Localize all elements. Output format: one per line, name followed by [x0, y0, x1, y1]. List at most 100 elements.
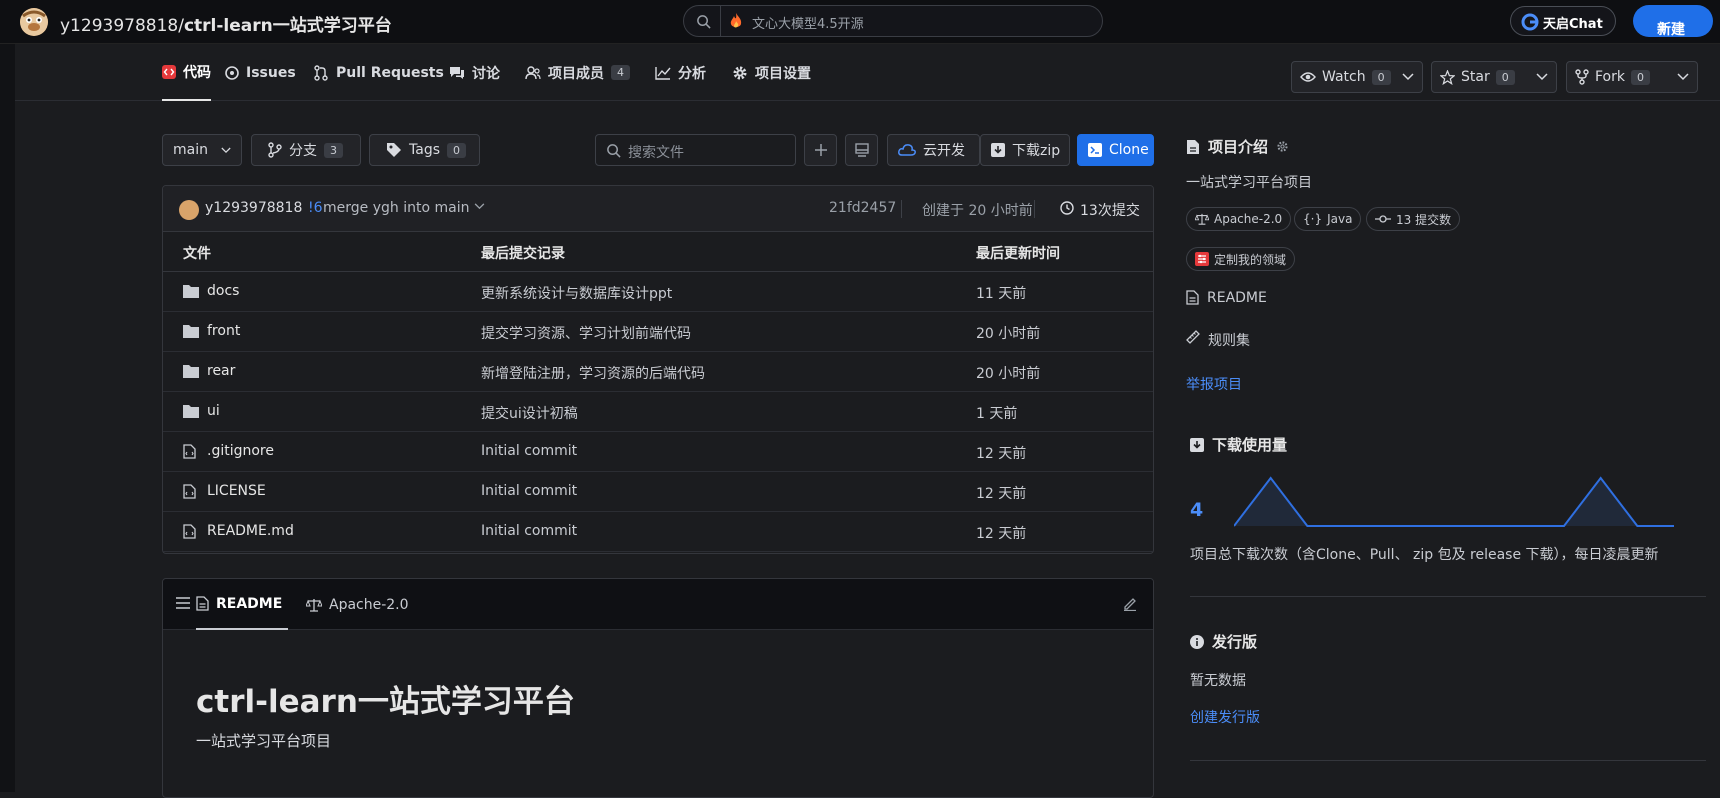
downloads-note: 项目总下载次数（含Clone、Pull、 zip 包及 release 下载），… — [1190, 547, 1659, 563]
cloud-dev-button[interactable]: 云开发 — [887, 134, 980, 166]
add-file-button[interactable] — [804, 134, 837, 166]
chevron-down-icon[interactable] — [474, 203, 485, 210]
commit-hash[interactable]: 21fd2457 — [829, 200, 896, 216]
owner-avatar[interactable] — [20, 8, 48, 36]
commit-author[interactable]: y1293978818 — [205, 200, 302, 216]
tab-readme[interactable]: README — [196, 579, 289, 630]
file-updated-time: 20 小时前 — [976, 326, 1041, 342]
file-commit-message[interactable]: Initial commit — [481, 523, 577, 539]
rules-link-label: 规则集 — [1208, 333, 1250, 349]
tab-license-label: Apache-2.0 — [329, 596, 409, 613]
code-icon — [162, 64, 176, 79]
repo-owner[interactable]: y1293978818/ — [60, 16, 184, 36]
commit-count[interactable]: 13次提交 — [1080, 200, 1140, 220]
tab-code[interactable]: 代码 — [162, 44, 211, 101]
tags-button[interactable]: Tags 0 — [369, 134, 480, 166]
create-release-link[interactable]: 创建发行版 — [1190, 707, 1260, 727]
table-row[interactable]: ui 提交ui设计初稿 1 天前 — [163, 392, 1153, 432]
file-commit-message[interactable]: Initial commit — [481, 443, 577, 459]
tab-discussion[interactable]: 讨论 — [449, 44, 500, 101]
braces-icon: {·} — [1303, 212, 1323, 226]
readme-body: 一站式学习平台项目 — [196, 732, 332, 750]
tab-analytics[interactable]: 分析 — [655, 44, 706, 101]
file-name[interactable]: docs — [207, 283, 239, 299]
file-name[interactable]: rear — [207, 363, 235, 379]
file-name[interactable]: README.md — [207, 523, 294, 539]
tab-issues[interactable]: Issues — [225, 44, 296, 101]
download-icon — [1190, 437, 1204, 452]
folder-icon — [183, 324, 199, 338]
downloads-title: 下载使用量 — [1190, 434, 1287, 455]
menu-icon[interactable] — [175, 596, 191, 610]
table-row[interactable]: .gitignore Initial commit 12 天前 — [163, 432, 1153, 472]
rules-link[interactable]: 规则集 — [1186, 330, 1250, 350]
file-name[interactable]: front — [207, 323, 240, 339]
tab-discussion-label: 讨论 — [472, 65, 500, 82]
watch-button[interactable]: Watch 0 — [1291, 61, 1423, 93]
tab-pull-requests[interactable]: Pull Requests — [313, 44, 444, 101]
clone-button[interactable]: Clone — [1077, 134, 1154, 166]
chevron-down-icon — [1402, 73, 1414, 81]
table-row[interactable]: rear 新增登陆注册，学习资源的后端代码 20 小时前 — [163, 352, 1153, 392]
table-row[interactable]: front 提交学习资源、学习计划前端代码 20 小时前 — [163, 312, 1153, 352]
readme-link[interactable]: README — [1186, 290, 1267, 306]
file-icon — [183, 444, 196, 459]
commits-chip-label: 13 提交数 — [1396, 212, 1452, 227]
tianqi-chat-button[interactable]: 天启Chat — [1510, 6, 1616, 36]
new-button[interactable]: + 新建 — [1633, 5, 1713, 38]
header-last-commit: 最后提交记录 — [481, 246, 565, 262]
file-name[interactable]: LICENSE — [207, 483, 266, 499]
table-row[interactable]: README.md Initial commit 12 天前 — [163, 512, 1153, 552]
file-commit-message[interactable]: 提交ui设计初稿 — [481, 403, 578, 423]
commit-message[interactable]: merge ygh into main — [323, 200, 469, 216]
file-icon — [183, 524, 196, 539]
file-name[interactable]: .gitignore — [207, 443, 274, 459]
commits-chip[interactable]: 13 提交数 — [1366, 207, 1461, 231]
repo-name[interactable]: ctrl-learn一站式学习平台 — [184, 16, 392, 36]
file-search-placeholder: 搜索文件 — [628, 145, 684, 161]
file-commit-message[interactable]: Initial commit — [481, 483, 577, 499]
tab-members-label: 项目成员 — [548, 65, 604, 82]
global-search[interactable]: 文心大模型4.5开源 — [683, 5, 1103, 37]
tab-license[interactable]: Apache-2.0 — [306, 579, 409, 630]
ruler-icon — [1186, 330, 1200, 350]
table-row[interactable]: LICENSE Initial commit 12 天前 — [163, 472, 1153, 512]
watch-label: Watch — [1322, 69, 1366, 85]
file-updated-time: 11 天前 — [976, 286, 1027, 302]
file-updated-time: 12 天前 — [976, 486, 1027, 502]
license-chip[interactable]: Apache-2.0 — [1186, 207, 1292, 231]
tab-members[interactable]: 项目成员 4 — [525, 44, 630, 101]
file-browser: y1293978818 !6 merge ygh into main 21fd2… — [162, 185, 1154, 554]
scale-icon — [1195, 213, 1209, 225]
repo-title[interactable]: y1293978818/ctrl-learn一站式学习平台 — [60, 11, 392, 36]
file-commit-message[interactable]: 提交学习资源、学习计划前端代码 — [481, 323, 691, 343]
table-row[interactable]: docs 更新系统设计与数据库设计ppt 11 天前 — [163, 272, 1153, 312]
intro-title: 项目介绍 — [1186, 136, 1289, 157]
file-commit-message[interactable]: 新增登陆注册，学习资源的后端代码 — [481, 363, 705, 383]
report-link[interactable]: 举报项目 — [1186, 374, 1242, 394]
monitor-icon — [854, 142, 870, 158]
downloads-title-label: 下载使用量 — [1212, 436, 1288, 454]
chevron-down-icon — [221, 147, 231, 154]
commit-icon — [1375, 214, 1391, 224]
language-chip[interactable]: {·} Java — [1294, 207, 1362, 231]
branch-select[interactable]: main — [162, 134, 242, 166]
author-avatar[interactable] — [179, 200, 199, 220]
commit-pr-link[interactable]: !6 — [308, 200, 323, 216]
gear-icon[interactable] — [1276, 140, 1289, 153]
custom-domain-chip[interactable]: 定制我的领域 — [1186, 247, 1296, 271]
release-title: 发行版 — [1190, 631, 1257, 652]
file-commit-message[interactable]: 更新系统设计与数据库设计ppt — [481, 283, 672, 303]
file-search-input[interactable]: 搜索文件 — [595, 134, 796, 166]
latest-commit-bar: y1293978818 !6 merge ygh into main 21fd2… — [163, 186, 1153, 232]
language-chip-label: Java — [1327, 212, 1353, 226]
edit-icon[interactable] — [1123, 597, 1137, 611]
web-ide-button[interactable] — [845, 134, 878, 166]
tab-settings[interactable]: 项目设置 — [732, 44, 811, 101]
custom-domain-label: 定制我的领域 — [1214, 252, 1287, 267]
branches-button[interactable]: 分支 3 — [251, 134, 361, 166]
file-name[interactable]: ui — [207, 403, 220, 419]
fork-button[interactable]: Fork 0 — [1566, 61, 1698, 93]
star-button[interactable]: Star 0 — [1431, 61, 1557, 93]
download-zip-button[interactable]: 下载zip — [980, 134, 1070, 166]
